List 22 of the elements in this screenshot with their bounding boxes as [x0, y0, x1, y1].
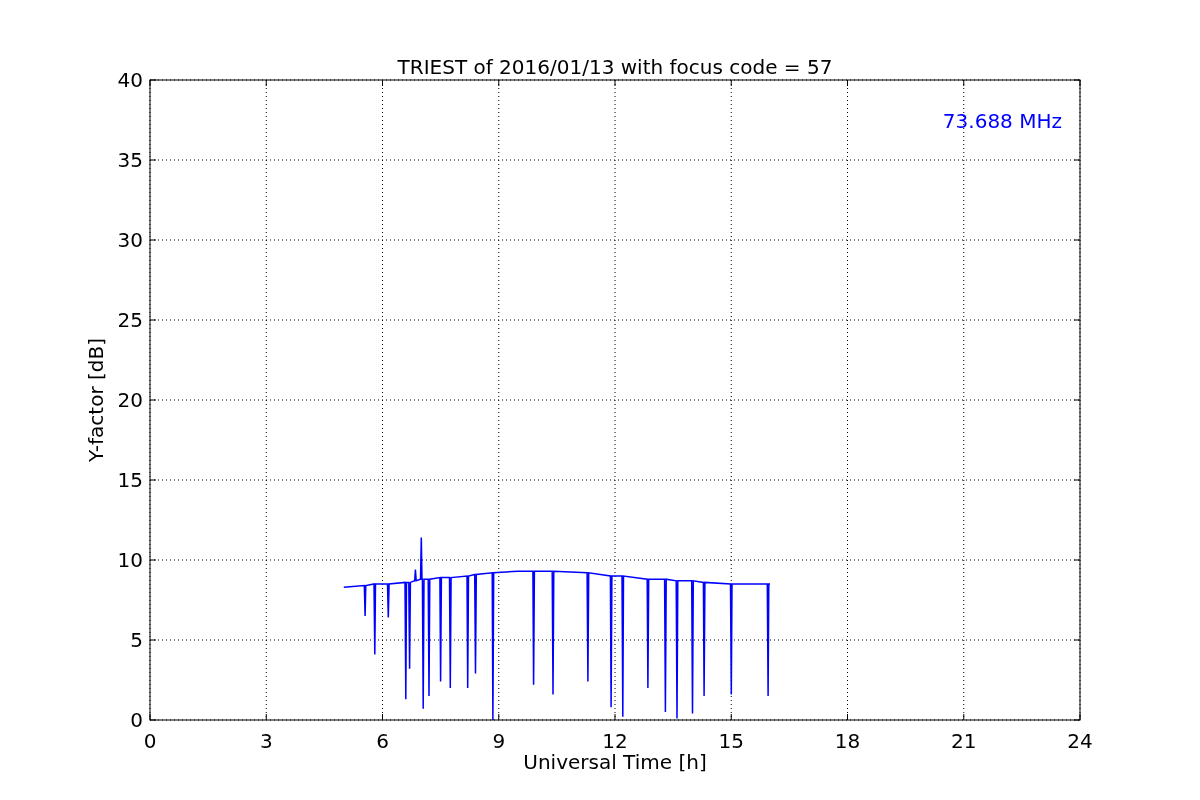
- x-axis-label: Universal Time [h]: [523, 750, 707, 774]
- x-tick-label: 15: [718, 729, 744, 753]
- y-tick-label: 5: [130, 628, 143, 652]
- y-tick-label: 25: [117, 308, 143, 332]
- y-tick-label: 35: [117, 148, 143, 172]
- x-tick-label: 3: [259, 729, 273, 753]
- x-tick-label: 0: [143, 729, 157, 753]
- y-tick-label: 30: [117, 228, 143, 252]
- frequency-label: 73.688 MHz: [942, 109, 1062, 133]
- x-tick-label: 24: [1067, 729, 1093, 753]
- x-tick-label: 12: [602, 729, 628, 753]
- x-tick-label: 6: [376, 729, 389, 753]
- y-tick-label: 40: [117, 68, 143, 92]
- x-tick-label: 21: [951, 729, 977, 753]
- y-tick-label: 0: [130, 708, 143, 732]
- y-tick-label: 20: [117, 388, 143, 412]
- y-tick-label: 10: [117, 548, 143, 572]
- x-tick-label: 9: [492, 729, 506, 753]
- x-tick-label: 18: [834, 729, 861, 753]
- y-tick-label: 15: [117, 468, 143, 492]
- y-axis-label: Y-factor [dB]: [84, 338, 108, 462]
- chart-title: TRIEST of 2016/01/13 with focus code = 57: [397, 55, 833, 79]
